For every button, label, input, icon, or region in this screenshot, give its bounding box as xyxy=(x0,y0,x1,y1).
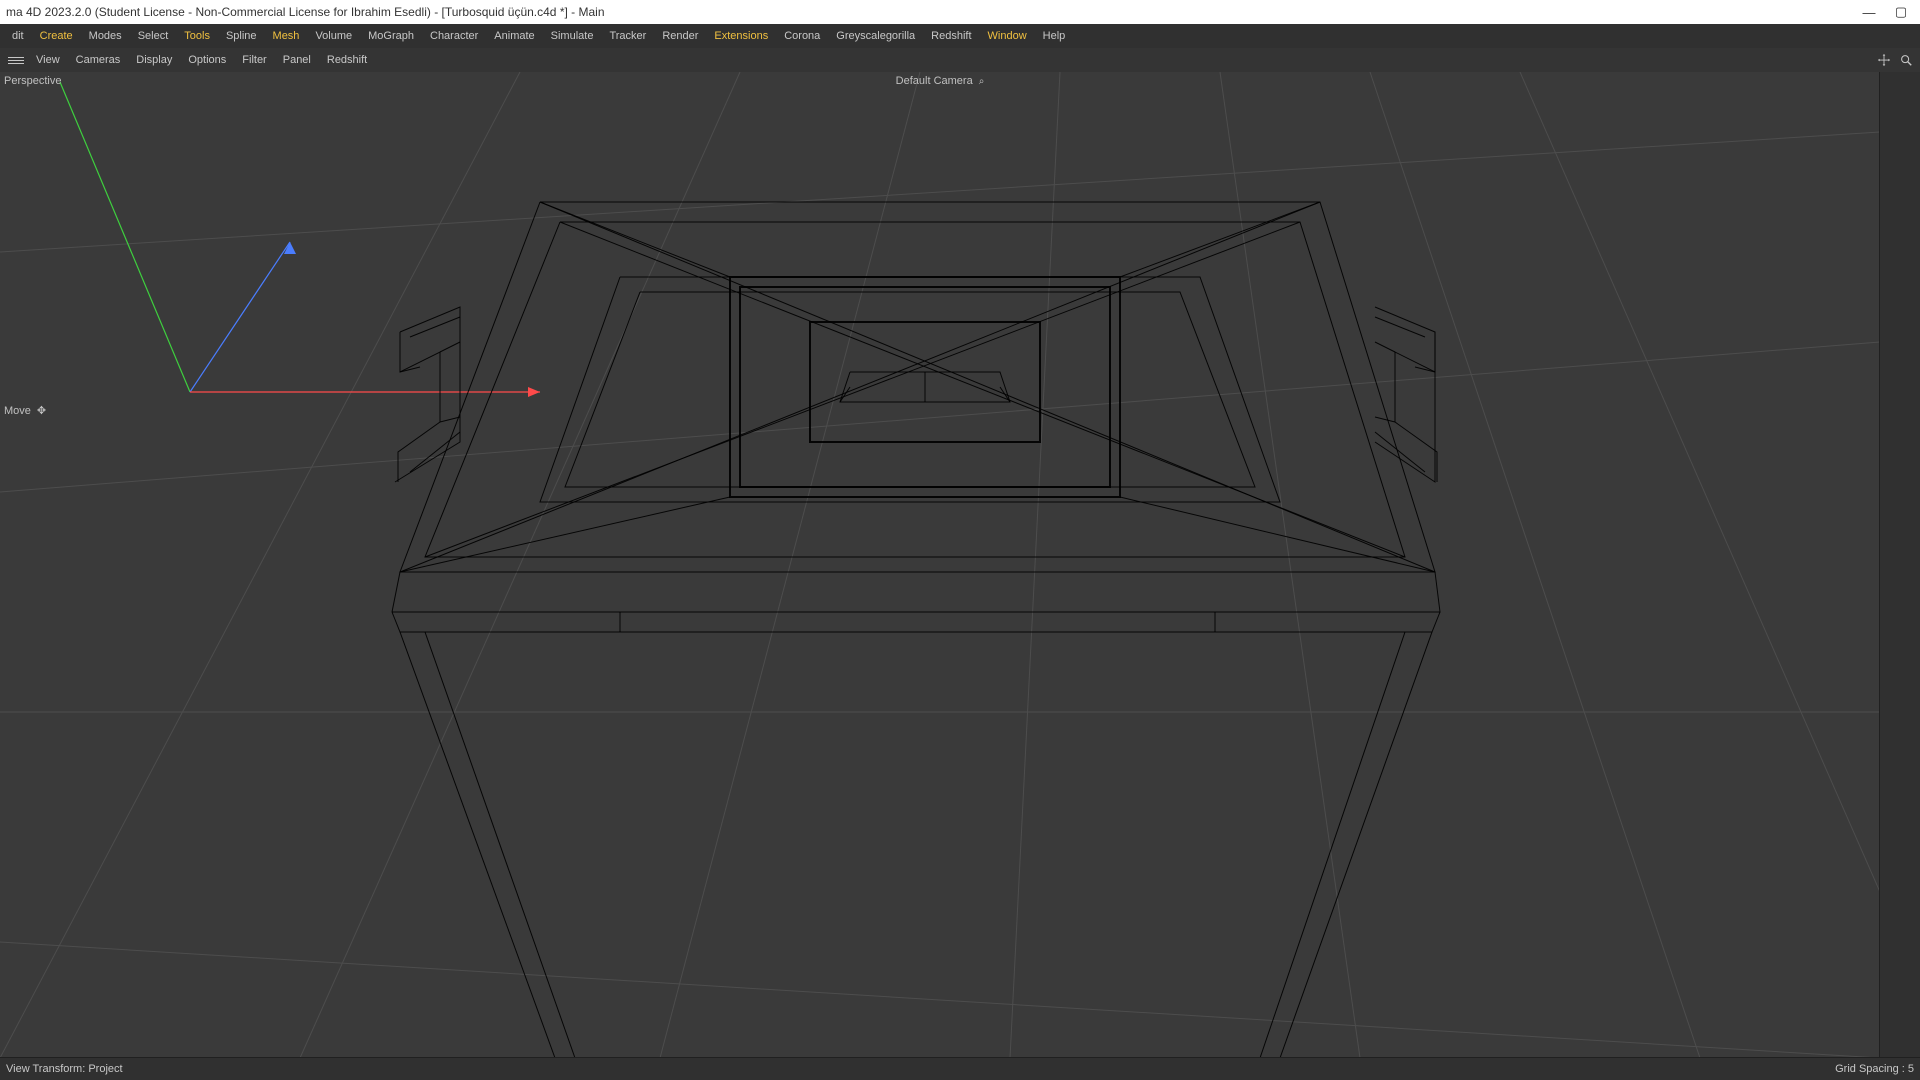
menu-item-corona[interactable]: Corona xyxy=(776,24,828,48)
window-title: ma 4D 2023.2.0 (Student License - Non-Co… xyxy=(6,5,1862,19)
menu-item-window[interactable]: Window xyxy=(980,24,1035,48)
status-bar: View Transform: Project Grid Spacing : 5 xyxy=(0,1057,1920,1080)
viewport-menu-panel[interactable]: Panel xyxy=(275,48,319,72)
menu-item-spline[interactable]: Spline xyxy=(218,24,265,48)
menu-item-greyscalegorilla[interactable]: Greyscalegorilla xyxy=(828,24,923,48)
menu-item-modes[interactable]: Modes xyxy=(81,24,130,48)
menu-item-redshift[interactable]: Redshift xyxy=(923,24,979,48)
menu-item-tools[interactable]: Tools xyxy=(176,24,218,48)
viewport[interactable]: Perspective Default Camera ⌕ Move ✥ xyxy=(0,72,1880,1058)
status-right: Grid Spacing : 5 xyxy=(1835,1063,1914,1075)
menu-item-volume[interactable]: Volume xyxy=(307,24,360,48)
camera-name-label: Default Camera ⌕ xyxy=(896,75,985,87)
viewport-right-icons xyxy=(1876,52,1920,68)
menu-item-create[interactable]: Create xyxy=(32,24,81,48)
menu-item-dit[interactable]: dit xyxy=(4,24,32,48)
viewport-menu-display[interactable]: Display xyxy=(128,48,180,72)
viewport-menu-options[interactable]: Options xyxy=(180,48,234,72)
move-icon: ✥ xyxy=(37,404,46,417)
menu-item-simulate[interactable]: Simulate xyxy=(543,24,602,48)
menu-item-tracker[interactable]: Tracker xyxy=(601,24,654,48)
menu-item-mesh[interactable]: Mesh xyxy=(265,24,308,48)
viewport-canvas[interactable] xyxy=(0,72,1880,1058)
maximize-button[interactable]: ▢ xyxy=(1894,4,1908,20)
viewport-menu-bar: ViewCamerasDisplayOptionsFilterPanelReds… xyxy=(0,48,1920,73)
camera-icon: ⌕ xyxy=(979,76,985,87)
window-controls: — ▢ xyxy=(1862,4,1914,20)
hamburger-icon[interactable] xyxy=(4,57,28,64)
main-menu-bar: ditCreateModesSelectToolsSplineMeshVolum… xyxy=(0,24,1920,49)
menu-item-extensions[interactable]: Extensions xyxy=(706,24,776,48)
viewport-menu-view[interactable]: View xyxy=(28,48,68,72)
view-name-label: Perspective xyxy=(4,75,61,87)
viewport-menu-cameras[interactable]: Cameras xyxy=(68,48,129,72)
viewport-menu-redshift[interactable]: Redshift xyxy=(319,48,375,72)
menu-item-character[interactable]: Character xyxy=(422,24,486,48)
right-side-bar xyxy=(1879,72,1920,1058)
title-bar: ma 4D 2023.2.0 (Student License - Non-Co… xyxy=(0,0,1920,24)
menu-item-render[interactable]: Render xyxy=(654,24,706,48)
tool-label: Move ✥ xyxy=(4,404,46,417)
viewport-menu-filter[interactable]: Filter xyxy=(234,48,274,72)
pan-icon[interactable] xyxy=(1876,52,1892,68)
menu-item-animate[interactable]: Animate xyxy=(486,24,542,48)
menu-item-mograph[interactable]: MoGraph xyxy=(360,24,422,48)
status-left: View Transform: Project xyxy=(6,1063,1835,1075)
menu-item-select[interactable]: Select xyxy=(130,24,177,48)
menu-item-help[interactable]: Help xyxy=(1035,24,1074,48)
minimize-button[interactable]: — xyxy=(1862,5,1876,20)
zoom-icon[interactable] xyxy=(1898,52,1914,68)
